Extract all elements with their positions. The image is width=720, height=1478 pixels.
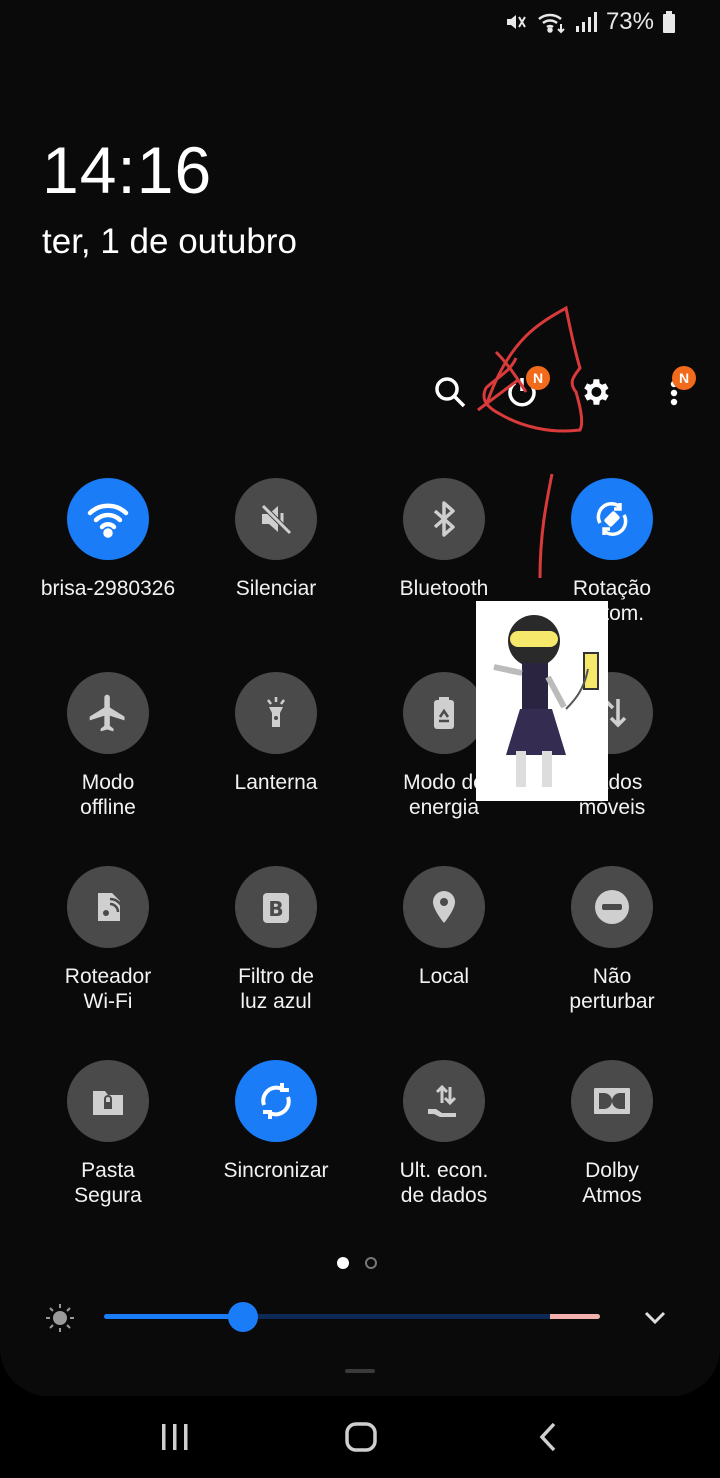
dnd-icon [591, 886, 633, 928]
tile-label: Modo de energia [403, 771, 485, 819]
tile-secure-folder[interactable]: Pasta Segura [24, 1060, 192, 1254]
tile-dnd[interactable]: Não perturbar [528, 866, 696, 1060]
tile-toggle[interactable] [571, 478, 653, 560]
tile-toggle[interactable]: B [235, 866, 317, 948]
tile-label: Silenciar [235, 577, 317, 600]
tile-toggle[interactable] [571, 866, 653, 948]
tile-toggle[interactable] [67, 866, 149, 948]
tile-label: Ult. econ. de dados [399, 1159, 489, 1207]
tile-label: Dolby Atmos [582, 1159, 642, 1207]
tile-blue-light[interactable]: B Filtro de luz azul [192, 866, 360, 1060]
date: ter, 1 de outubro [42, 222, 297, 261]
flashlight-icon [256, 693, 296, 733]
sync-icon [253, 1078, 299, 1124]
power-badge: N [526, 366, 550, 390]
page-dot-1[interactable] [337, 1257, 349, 1269]
brightness-fill [104, 1314, 243, 1319]
tile-label: Roteador Wi-Fi [64, 965, 152, 1013]
tile-toggle[interactable] [235, 1060, 317, 1142]
data-saver-icon [424, 1081, 464, 1121]
dolby-icon [591, 1081, 633, 1121]
tile-toggle[interactable] [67, 672, 149, 754]
tile-label: Modo offline [80, 771, 136, 819]
tile-label: Local [418, 965, 470, 988]
tile-sync[interactable]: Sincronizar [192, 1060, 360, 1254]
hotspot-icon [88, 887, 128, 927]
settings-button[interactable] [571, 370, 619, 418]
tile-label: Filtro de luz azul [238, 965, 314, 1013]
more-options-badge: N [672, 366, 696, 390]
search-icon [433, 375, 467, 414]
clock: 14:16 [42, 133, 213, 207]
airplane-icon [86, 691, 130, 735]
tile-toggle[interactable] [67, 478, 149, 560]
home-button[interactable] [331, 1416, 391, 1462]
more-options-button[interactable]: N [644, 366, 696, 418]
tile-label: Lanterna [234, 771, 318, 794]
recents-icon [159, 1422, 191, 1457]
tile-flashlight[interactable]: Lanterna [192, 672, 360, 866]
battery-percent: 73% [605, 8, 654, 35]
home-icon [344, 1421, 378, 1458]
page-indicator [337, 1257, 377, 1269]
tile-label: Pasta Segura [74, 1159, 142, 1207]
wifi-status-icon [536, 10, 566, 34]
signal-status-icon [574, 10, 598, 34]
status-bar: 73% [504, 6, 676, 38]
recents-button[interactable] [145, 1416, 205, 1462]
svg-text:B: B [268, 897, 283, 921]
wifi-icon [85, 496, 131, 542]
mute-icon [256, 499, 296, 539]
tile-toggle[interactable] [403, 672, 485, 754]
tile-toggle[interactable] [235, 478, 317, 560]
tile-toggle[interactable] [571, 1060, 653, 1142]
brightness-hot-zone [550, 1314, 600, 1319]
mute-status-icon [504, 10, 528, 34]
tile-hotspot[interactable]: Roteador Wi-Fi [24, 866, 192, 1060]
tile-location[interactable]: Local [360, 866, 528, 1060]
brightness-control [40, 1296, 680, 1338]
tile-toggle[interactable] [235, 672, 317, 754]
rotation-icon [590, 497, 634, 541]
tile-wifi[interactable]: brisa-2980326 [24, 478, 192, 672]
gear-icon [578, 375, 612, 414]
back-button[interactable] [518, 1416, 578, 1462]
panel-drag-handle[interactable] [345, 1369, 375, 1373]
tile-dolby[interactable]: Dolby Atmos [528, 1060, 696, 1254]
tile-label: Não perturbar [569, 965, 655, 1013]
power-button[interactable]: N [498, 366, 550, 418]
brightness-sun-icon [44, 1302, 76, 1339]
tile-label: brisa-2980326 [40, 577, 176, 600]
location-icon [424, 887, 464, 927]
navigation-bar [0, 1396, 720, 1478]
quick-settings-grid: brisa-2980326 Silenciar Bluetooth Rotação a… [24, 478, 696, 1254]
quick-panel-actions: N N [0, 366, 720, 420]
tile-mute[interactable]: Silenciar [192, 478, 360, 672]
brightness-thumb[interactable] [227, 1302, 258, 1332]
blue-light-icon: B [256, 887, 296, 927]
tile-toggle[interactable] [403, 866, 485, 948]
tile-airplane[interactable]: Modo offline [24, 672, 192, 866]
secure-folder-icon [88, 1081, 128, 1121]
tile-label: Bluetooth [399, 577, 489, 600]
sticker-image [476, 601, 608, 801]
tile-data-saver[interactable]: Ult. econ. de dados [360, 1060, 528, 1254]
tile-toggle[interactable] [403, 478, 485, 560]
battery-recycle-icon [424, 693, 464, 733]
tile-label: Sincronizar [223, 1159, 329, 1182]
back-icon [536, 1421, 560, 1458]
expand-chevron-icon[interactable] [640, 1304, 670, 1335]
bluetooth-icon [424, 499, 464, 539]
page-dot-2[interactable] [365, 1257, 377, 1269]
search-button[interactable] [426, 370, 474, 418]
tile-toggle[interactable] [67, 1060, 149, 1142]
battery-icon [662, 10, 676, 34]
tile-toggle[interactable] [403, 1060, 485, 1142]
